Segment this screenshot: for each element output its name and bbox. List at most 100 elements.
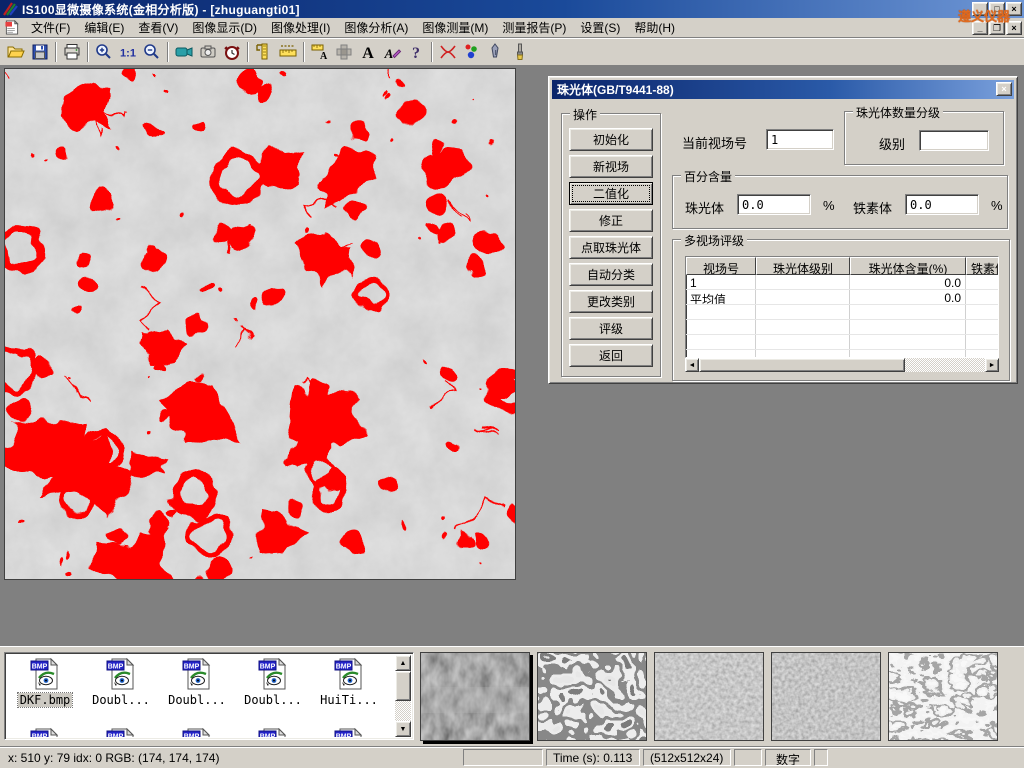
thumbnail-3[interactable] (654, 652, 764, 741)
ferrite-percent-input[interactable]: 0.0 (905, 194, 979, 215)
file-item[interactable]: BMP Doubl... (159, 655, 235, 725)
current-field-input[interactable]: 1 (766, 129, 834, 150)
menu-settings[interactable]: 设置(S) (573, 17, 627, 38)
file-name: Doubl... (242, 693, 304, 707)
file-item[interactable]: BMP (159, 725, 235, 737)
scrollbar-thumb[interactable] (699, 358, 905, 372)
pearlite-percent-input[interactable]: 0.0 (737, 194, 811, 215)
scroll-up-arrow[interactable]: ▲ (395, 655, 411, 671)
file-item[interactable]: BMP (235, 725, 311, 737)
dialog-body: 操作 初始化 新视场 二值化 修正 点取珠光体 自动分类 更改类别 评级 返回 … (552, 99, 1014, 380)
brush-tool-button[interactable] (508, 40, 532, 64)
bmp-file-icon: BMP (182, 728, 212, 737)
file-item[interactable]: BMP (311, 725, 387, 737)
cell-field-no: 平均值 (686, 290, 756, 304)
ferrite-label: 铁素体 (853, 198, 892, 217)
bmp-file-icon: BMP (258, 728, 288, 737)
binarize-button[interactable]: 二值化 (569, 182, 653, 205)
file-list-scrollbar[interactable]: ▲ ▼ (395, 655, 411, 737)
operations-group-label: 操作 (570, 106, 600, 123)
col-header-ferrite-pct[interactable]: 铁素体含量(%) (966, 257, 999, 275)
floppy-icon (30, 42, 50, 62)
return-button[interactable]: 返回 (569, 344, 653, 367)
thumbnail-4[interactable] (771, 652, 881, 741)
thumbnail-5[interactable] (888, 652, 998, 741)
table-horizontal-scrollbar[interactable]: ◄ ► (685, 358, 999, 372)
auto-classify-button[interactable]: 自动分类 (569, 263, 653, 286)
correct-button[interactable]: 修正 (569, 209, 653, 232)
new-field-button[interactable]: 新视场 (569, 155, 653, 178)
status-position: x: 510 y: 79 idx: 0 RGB: (174, 174, 174) (2, 751, 460, 765)
multi-field-table[interactable]: 视场号 珠光体级别 珠光体含量(%) 铁素体含量(%) 1 0.0 (685, 256, 999, 358)
caliper-button[interactable] (252, 40, 276, 64)
menu-image-display[interactable]: 图像显示(D) (185, 17, 264, 38)
menu-image-process[interactable]: 图像处理(I) (264, 17, 337, 38)
scrollbar-thumb[interactable] (395, 671, 411, 701)
micrograph-image[interactable] (4, 68, 516, 580)
pen-tool-button[interactable] (484, 40, 508, 64)
menu-edit[interactable]: 编辑(E) (77, 17, 131, 38)
photo-capture-button[interactable] (196, 40, 220, 64)
table-row-empty (686, 335, 998, 350)
menu-measure-report[interactable]: 测量报告(P) (495, 17, 573, 38)
thumbnail-2[interactable] (537, 652, 647, 741)
current-field-label: 当前视场号 (682, 133, 747, 152)
timer-button[interactable] (220, 40, 244, 64)
zoom-ratio-button[interactable]: 1:1 (116, 40, 140, 64)
thumbnail-1[interactable] (420, 652, 530, 741)
file-list[interactable]: BMP DKF.bmp BMP Doubl... BMP (4, 652, 414, 740)
grade-button[interactable]: 评级 (569, 317, 653, 340)
table-row-empty (686, 350, 998, 358)
dialog-title-bar[interactable]: 珠光体(GB/T9441-88) × (552, 80, 1014, 99)
file-item[interactable]: BMP Doubl... (83, 655, 159, 725)
print-button[interactable] (60, 40, 84, 64)
annotate-button[interactable]: A (380, 40, 404, 64)
change-class-button[interactable]: 更改类别 (569, 290, 653, 313)
ruler-button[interactable] (276, 40, 300, 64)
status-bar: x: 510 y: 79 idx: 0 RGB: (174, 174, 174)… (0, 746, 1024, 768)
pick-pearlite-button[interactable]: 点取珠光体 (569, 236, 653, 259)
document-icon[interactable] (4, 20, 20, 35)
file-item[interactable]: BMP (83, 725, 159, 737)
scroll-down-arrow[interactable]: ▼ (395, 721, 411, 737)
file-item[interactable]: BMP DKF.bmp (7, 655, 83, 725)
menu-help[interactable]: 帮助(H) (627, 17, 682, 38)
menu-image-analysis[interactable]: 图像分析(A) (337, 17, 415, 38)
scrollbar-track[interactable] (395, 671, 411, 721)
col-header-field[interactable]: 视场号 (686, 257, 756, 275)
classify-dots-button[interactable] (460, 40, 484, 64)
scroll-left-arrow[interactable]: ◄ (685, 358, 699, 372)
zoom-out-button[interactable] (140, 40, 164, 64)
status-mode: 数字 (765, 749, 811, 766)
zoom-in-button[interactable] (92, 40, 116, 64)
open-file-button[interactable] (4, 40, 28, 64)
menu-file[interactable]: 文件(F) (24, 17, 77, 38)
cell-grade (756, 275, 850, 289)
app-icon (2, 1, 18, 17)
video-capture-button[interactable] (172, 40, 196, 64)
grading-group: 珠光体数量分级 级别 (844, 111, 1004, 165)
file-item[interactable]: BMP Doubl... (235, 655, 311, 725)
col-header-pearlite-grade[interactable]: 珠光体级别 (756, 257, 850, 275)
table-row[interactable]: 平均值 0.0 (686, 290, 998, 305)
svg-text:?: ? (412, 45, 420, 62)
text-tool-button[interactable]: A (356, 40, 380, 64)
grade-input[interactable] (919, 130, 989, 151)
save-button[interactable] (28, 40, 52, 64)
file-item[interactable]: BMP (7, 725, 83, 737)
scroll-right-arrow[interactable]: ► (985, 358, 999, 372)
svg-text:1:1: 1:1 (120, 48, 136, 60)
multi-field-group-label: 多视场评级 (681, 232, 747, 249)
help-button[interactable]: ? (404, 40, 428, 64)
measure-text-button[interactable]: A (308, 40, 332, 64)
file-item[interactable]: BMP HuiTi... (311, 655, 387, 725)
menu-view[interactable]: 查看(V) (131, 17, 185, 38)
dialog-close-button[interactable]: × (996, 82, 1012, 96)
curve-tool-button[interactable] (436, 40, 460, 64)
table-row[interactable]: 1 0.0 (686, 275, 998, 290)
col-header-pearlite-pct[interactable]: 珠光体含量(%) (850, 257, 966, 275)
scrollbar-track[interactable] (699, 358, 985, 372)
merge-button[interactable] (332, 40, 356, 64)
menu-image-measure[interactable]: 图像测量(M) (415, 17, 495, 38)
init-button[interactable]: 初始化 (569, 128, 653, 151)
